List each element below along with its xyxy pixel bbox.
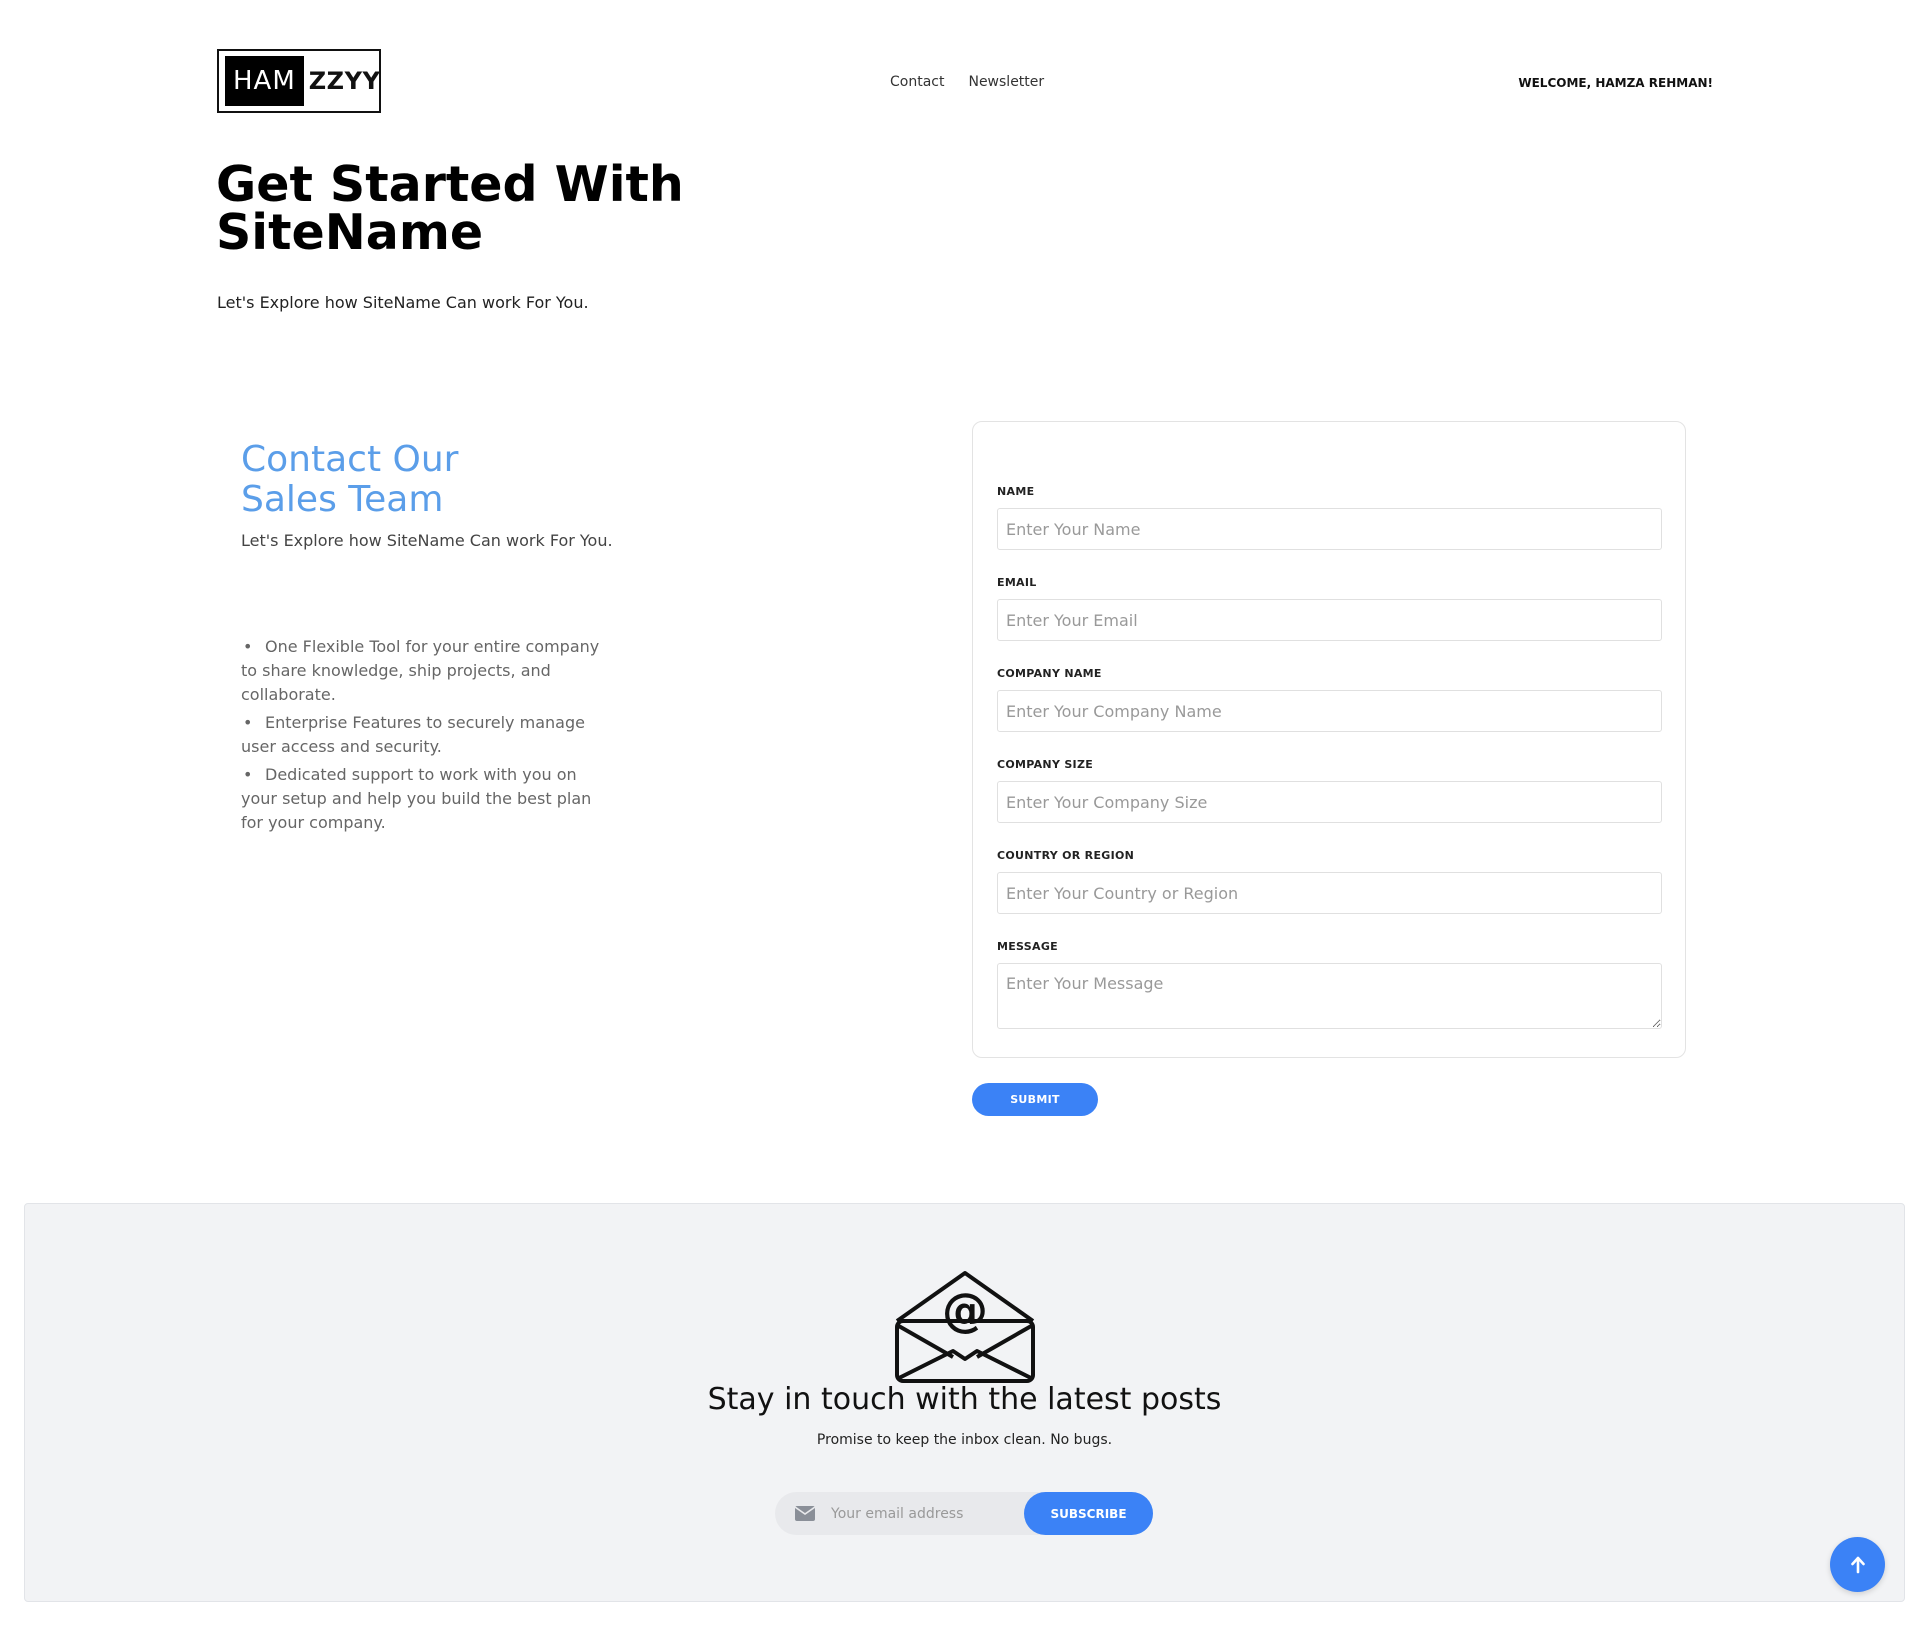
bullet-icon: • bbox=[243, 713, 253, 732]
message-textarea[interactable] bbox=[997, 963, 1662, 1029]
country-input[interactable] bbox=[997, 872, 1662, 914]
feature-item: • Dedicated support to work with you on y… bbox=[241, 763, 611, 835]
newsletter-section: @ Stay in touch with the latest posts Pr… bbox=[24, 1203, 1905, 1602]
feature-list: • One Flexible Tool for your entire compa… bbox=[241, 635, 611, 839]
nav-contact[interactable]: Contact bbox=[890, 74, 944, 90]
name-field-group: NAME bbox=[997, 485, 1662, 550]
company-size-field-group: COMPANY SIZE bbox=[997, 758, 1662, 823]
contact-form: NAME EMAIL COMPANY NAME COMPANY SIZE COU… bbox=[972, 421, 1686, 1058]
envelope-icon bbox=[795, 1506, 815, 1521]
scroll-to-top-button[interactable] bbox=[1830, 1537, 1885, 1592]
newsletter-email-input[interactable] bbox=[829, 1504, 1013, 1523]
email-field-group: EMAIL bbox=[997, 576, 1662, 641]
newsletter-title: Stay in touch with the latest posts bbox=[707, 1382, 1222, 1417]
name-input[interactable] bbox=[997, 508, 1662, 550]
page: HAM ZZYY Contact Newsletter WELCOME, HAM… bbox=[0, 0, 1920, 1627]
envelope-at-icon: @ bbox=[895, 1271, 1035, 1383]
name-label: NAME bbox=[997, 485, 1035, 498]
subscribe-form: SUBSCRIBE bbox=[775, 1492, 1153, 1535]
logo-ham: HAM bbox=[225, 56, 304, 106]
message-field-group: MESSAGE bbox=[997, 940, 1662, 1033]
feature-text: One Flexible Tool for your entire compan… bbox=[241, 637, 600, 704]
feature-item: • One Flexible Tool for your entire compa… bbox=[241, 635, 611, 707]
newsletter-subtitle: Promise to keep the inbox clean. No bugs… bbox=[816, 1432, 1113, 1448]
submit-button[interactable]: SUBMIT bbox=[972, 1083, 1098, 1116]
contact-subtitle: Let's Explore how SiteName Can work For … bbox=[241, 531, 613, 550]
company-name-label: COMPANY NAME bbox=[997, 667, 1102, 680]
company-size-label: COMPANY SIZE bbox=[997, 758, 1094, 771]
logo-zzyy: ZZYY bbox=[308, 67, 381, 95]
svg-text:@: @ bbox=[942, 1283, 988, 1337]
welcome-text: WELCOME, HAMZA REHMAN! bbox=[1518, 76, 1713, 90]
feature-text: Enterprise Features to securely manage u… bbox=[241, 713, 585, 756]
nav-newsletter[interactable]: Newsletter bbox=[968, 74, 1044, 90]
contact-title-line2: Sales Team bbox=[241, 479, 444, 520]
email-label: EMAIL bbox=[997, 576, 1037, 589]
feature-item: • Enterprise Features to securely manage … bbox=[241, 711, 611, 759]
contact-title: Contact Our Sales Team bbox=[241, 440, 641, 520]
email-input[interactable] bbox=[997, 599, 1662, 641]
country-label: COUNTRY OR REGION bbox=[997, 849, 1135, 862]
company-name-input[interactable] bbox=[997, 690, 1662, 732]
message-label: MESSAGE bbox=[997, 940, 1058, 953]
hero-title: Get Started With SiteName bbox=[216, 156, 684, 261]
main-nav: Contact Newsletter bbox=[890, 74, 1044, 90]
logo[interactable]: HAM ZZYY bbox=[217, 49, 381, 113]
subscribe-button[interactable]: SUBSCRIBE bbox=[1024, 1492, 1153, 1535]
company-size-input[interactable] bbox=[997, 781, 1662, 823]
bullet-icon: • bbox=[243, 637, 253, 656]
feature-text: Dedicated support to work with you on yo… bbox=[241, 765, 592, 832]
hero-subtitle: Let's Explore how SiteName Can work For … bbox=[217, 293, 589, 312]
company-name-field-group: COMPANY NAME bbox=[997, 667, 1662, 732]
arrow-up-icon bbox=[1850, 1556, 1865, 1573]
contact-title-line1: Contact Our bbox=[241, 439, 459, 480]
bullet-icon: • bbox=[243, 765, 253, 784]
country-field-group: COUNTRY OR REGION bbox=[997, 849, 1662, 914]
